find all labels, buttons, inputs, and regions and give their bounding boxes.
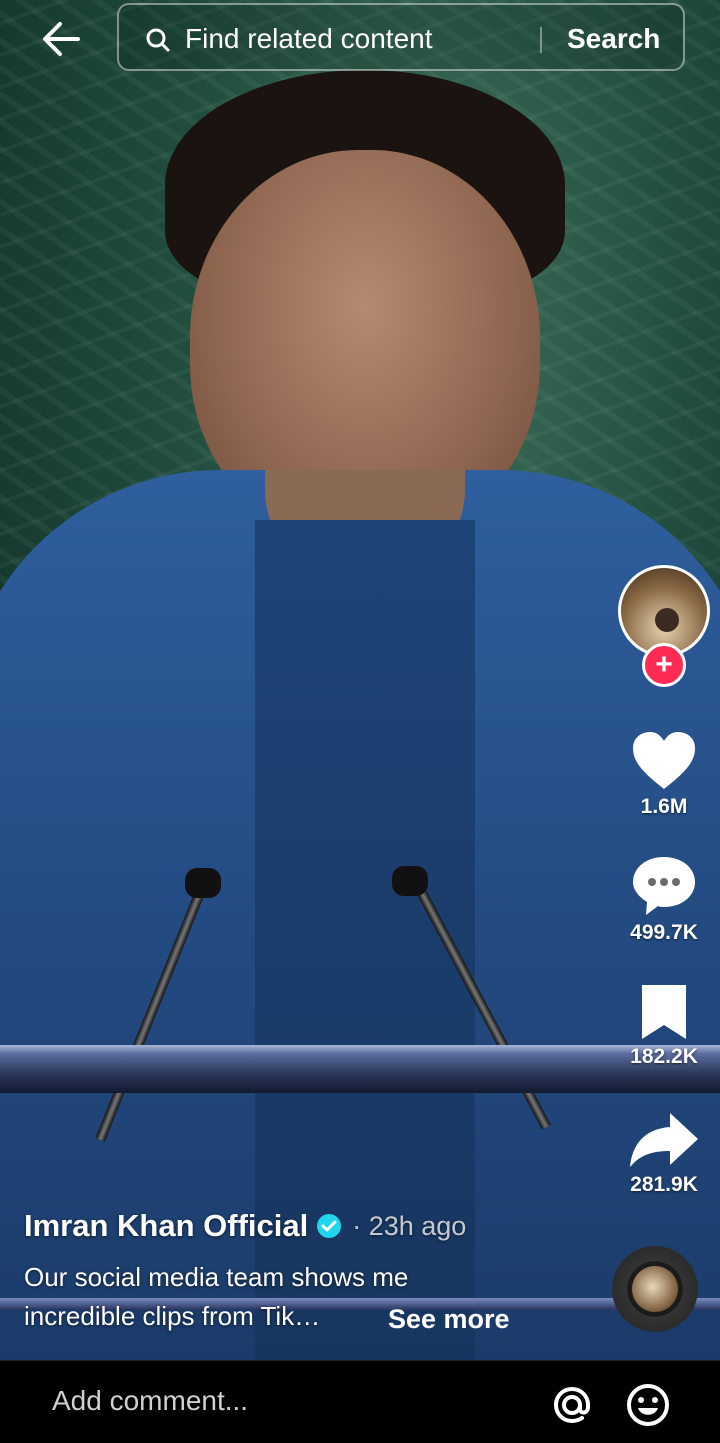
- search-button[interactable]: Search: [567, 23, 660, 55]
- post-author-row: Imran Khan Official · 23h ago: [24, 1208, 604, 1244]
- top-bar: Find related content Search: [0, 0, 720, 80]
- search-divider: [540, 27, 542, 53]
- search-input[interactable]: Find related content: [185, 23, 433, 55]
- share-action[interactable]: 281.9K: [618, 1109, 710, 1197]
- bookmark-icon: [642, 985, 686, 1039]
- plus-icon: +: [655, 648, 673, 681]
- like-action[interactable]: 1.6M: [618, 731, 710, 819]
- back-arrow-icon: [43, 22, 80, 56]
- save-action[interactable]: 182.2K: [618, 983, 710, 1069]
- search-box[interactable]: Find related content Search: [117, 3, 685, 71]
- screen: Find related content Search + 1.6M 499.7…: [0, 0, 720, 1443]
- comment-icon: [633, 857, 695, 915]
- comment-action[interactable]: 499.7K: [618, 855, 710, 945]
- microphone-left-head: [185, 868, 221, 898]
- creator-avatar-group: +: [618, 565, 714, 695]
- comment-bar: Add comment...: [0, 1360, 720, 1443]
- music-disc-icon[interactable]: [612, 1246, 698, 1332]
- emoji-icon[interactable]: [624, 1381, 672, 1429]
- back-button[interactable]: [38, 18, 86, 60]
- video-player[interactable]: [0, 0, 720, 1360]
- share-count: 281.9K: [630, 1173, 698, 1196]
- search-icon: [146, 28, 170, 52]
- save-count: 182.2K: [630, 1045, 698, 1068]
- avatar-image: [655, 608, 679, 632]
- podium-rail: [0, 1045, 720, 1093]
- comment-input[interactable]: Add comment...: [52, 1385, 248, 1417]
- author-name[interactable]: Imran Khan Official: [24, 1208, 308, 1244]
- post-caption: Imran Khan Official · 23h ago Our social…: [24, 1208, 604, 1336]
- like-count: 1.6M: [640, 795, 688, 818]
- comment-count: 499.7K: [630, 921, 698, 944]
- follow-button[interactable]: +: [642, 643, 686, 687]
- post-time: · 23h ago: [352, 1210, 467, 1241]
- at-icon[interactable]: [548, 1381, 596, 1429]
- share-icon: [630, 1113, 698, 1167]
- see-more-link[interactable]: See more: [388, 1304, 510, 1335]
- verified-icon: [317, 1214, 342, 1238]
- music-thumbnail: [632, 1266, 678, 1312]
- heart-icon: [633, 732, 695, 789]
- microphone-right-head: [392, 866, 428, 896]
